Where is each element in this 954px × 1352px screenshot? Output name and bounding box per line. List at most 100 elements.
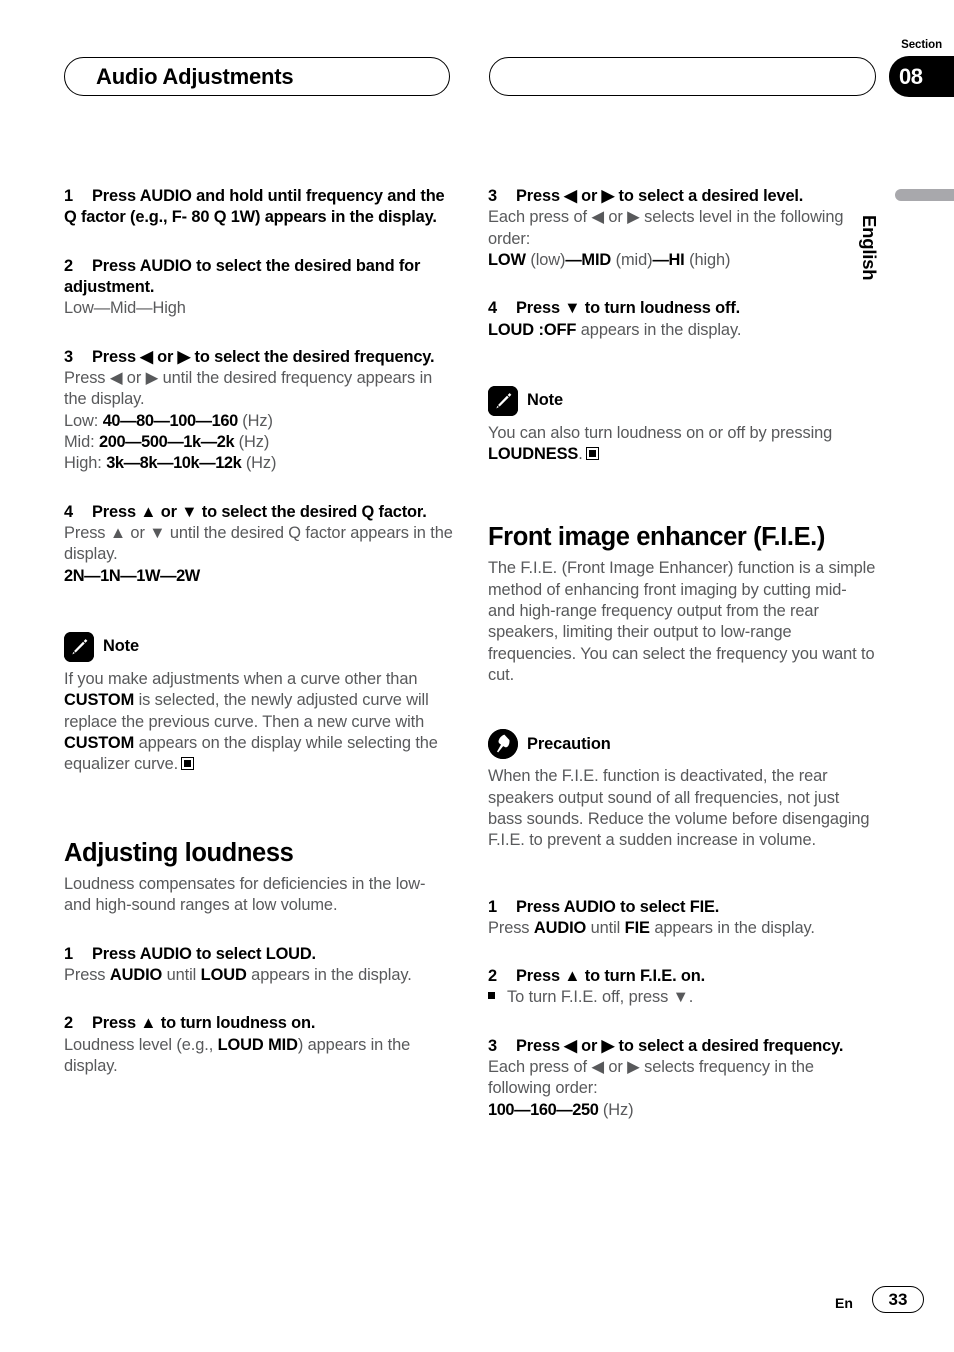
loudness-step-1: 1 Press AUDIO to select LOUD.	[64, 944, 453, 965]
fie-heading-wrap: Front image enhancer (F.I.E.)	[488, 522, 877, 553]
manual-page: Audio Adjustments Section 08 English 1 Pr…	[0, 0, 954, 1352]
loudness-step-2-number: 2	[64, 1014, 73, 1033]
left-step-3: 3 Press ◀ or ▶ to select the desired freq…	[64, 347, 453, 368]
left-step-1-head: Press AUDIO and hold until frequency and…	[64, 187, 445, 227]
pencil-icon	[488, 385, 518, 416]
loudness-step-2-body: Loudness level (e.g., LOUD MID) appears …	[64, 1035, 453, 1078]
page-number: 33	[888, 1289, 908, 1309]
low-label: Low:	[64, 411, 103, 430]
right-note-bold-loudness: LOUDNESS	[488, 445, 579, 464]
fie-step-2: 2 Press ▲ to turn F.I.E. on.	[488, 966, 877, 987]
right-step-4-body: LOUD :OFF appears in the display.	[488, 320, 877, 341]
left-note-header: Note	[64, 631, 453, 662]
precaution-callout: Precaution When the F.I.E. function is d…	[488, 729, 877, 851]
level-dash-1: —	[565, 250, 582, 269]
loudness-heading: Adjusting loudness	[64, 838, 294, 867]
right-step-3: 3 Press ◀ or ▶ to select a desired level.	[488, 186, 877, 207]
fie-step-3: 3 Press ◀ or ▶ to select a desired freque…	[488, 1036, 877, 1057]
loud-off-text: appears in the display.	[576, 320, 742, 339]
end-of-section-marker	[585, 447, 599, 461]
right-note-text-a: You can also turn loudness on or off by …	[488, 423, 833, 442]
right-note-title: Note	[527, 391, 564, 410]
high-unit: (Hz)	[241, 454, 277, 473]
left-step-2-number: 2	[64, 256, 73, 275]
right-step-3-body: Each press of ◀ or ▶ selects level in th…	[488, 208, 844, 248]
level-dash-2: —	[652, 250, 669, 269]
right-note-text: You can also turn loudness on or off by …	[488, 423, 877, 466]
fie-step-3-head: Press ◀ or ▶ to select a desired frequen…	[516, 1036, 844, 1055]
pushpin-icon	[488, 729, 518, 760]
fie-step-1-body: Press AUDIO until FIE appears in the dis…	[488, 918, 877, 939]
left-step-3-high: High: 3k—8k—10k—12k (Hz)	[64, 453, 453, 474]
fie-step-1-number: 1	[488, 897, 497, 916]
precaution-text: When the F.I.E. function is deactivated,…	[488, 767, 870, 850]
precaution-title: Precaution	[527, 734, 611, 753]
level-mid-bold: MID	[581, 250, 612, 269]
loudness-step-1-number: 1	[64, 944, 73, 963]
loudness-step-1-head: Press AUDIO to select LOUD.	[92, 944, 316, 963]
left-step-2-body: Low—Mid—High	[64, 299, 186, 318]
low-values: 40—80—100—160	[102, 411, 239, 430]
loudness-s2-bold-loudmid: LOUD MID	[217, 1035, 298, 1054]
precaution-header: Precaution	[488, 729, 877, 760]
left-step-3-body: Press ◀ or ▶ until the desired frequency…	[64, 368, 433, 409]
fie-s1-text-c: appears in the display.	[649, 918, 815, 937]
right-step-4: 4 Press ▼ to turn loudness off.	[488, 298, 877, 319]
left-note-callout: Note If you make adjustments when a curv…	[64, 631, 453, 776]
left-step-4-number: 4	[64, 502, 73, 521]
loudness-s1-text-c: appears in the display.	[246, 966, 412, 985]
level-hi-paren: (high)	[684, 250, 731, 269]
left-step-4: 4 Press ▲ or ▼ to select the desired Q fa…	[64, 502, 453, 523]
mid-unit: (Hz)	[234, 432, 270, 451]
fie-step-3-body: Each press of ◀ or ▶ selects frequency i…	[488, 1058, 814, 1098]
mid-label: Mid:	[64, 432, 100, 451]
mid-values: 200—500—1k—2k	[99, 432, 235, 451]
left-note-bold-custom-1: CUSTOM	[64, 691, 135, 710]
fie-s1-bold-fie: FIE	[624, 918, 650, 937]
loudness-heading-wrap: Adjusting loudness	[64, 838, 453, 869]
fie-intro: The F.I.E. (Front Image Enhancer) functi…	[488, 559, 876, 684]
fie-step-2-bullet-item: To turn F.I.E. off, press ▼.	[488, 987, 877, 1008]
section-label: Section	[901, 39, 942, 51]
loudness-intro: Loudness compensates for deficiencies in…	[64, 875, 426, 915]
language-tab-bar	[895, 189, 954, 201]
left-step-4-body: Press ▲ or ▼ until the desired Q factor …	[64, 523, 453, 564]
footer-page-pill: 33	[872, 1286, 924, 1313]
level-low-bold: LOW	[488, 250, 526, 269]
left-step-1: 1 Press AUDIO and hold until frequency an…	[64, 186, 453, 229]
left-step-2-head: Press AUDIO to select the desired band f…	[64, 256, 421, 296]
section-number: 08	[899, 63, 923, 89]
fie-step-2-head: Press ▲ to turn F.I.E. on.	[516, 967, 706, 986]
left-note-text-a: If you make adjustments when a curve oth…	[64, 669, 418, 688]
fie-s1-text-a: Press	[488, 918, 534, 937]
left-step-1-number: 1	[64, 187, 73, 205]
right-step-3-order: LOW (low)—MID (mid)—HI (high)	[488, 250, 877, 271]
loudness-s2-text-a: Loudness level (e.g.,	[64, 1035, 218, 1054]
fie-step-3-values: 100—160—250 (Hz)	[488, 1100, 877, 1121]
loudness-s1-bold-audio: AUDIO	[109, 966, 163, 985]
left-column: 1 Press AUDIO and hold until frequency an…	[64, 186, 453, 1077]
fie-step-3-number: 3	[488, 1036, 497, 1055]
right-note-header: Note	[488, 385, 877, 416]
pencil-icon	[64, 631, 94, 662]
loudness-s1-text-b: until	[162, 966, 201, 985]
loudness-step-2: 2 Press ▲ to turn loudness on.	[64, 1013, 453, 1034]
loud-off-bold: LOUD :OFF	[488, 320, 577, 339]
section-tab: 08	[889, 56, 954, 97]
right-step-3-number: 3	[488, 187, 497, 205]
fie-freq-unit: (Hz)	[598, 1100, 634, 1119]
fie-step-1: 1 Press AUDIO to select FIE.	[488, 897, 877, 918]
fie-freq-values: 100—160—250	[488, 1100, 599, 1119]
fie-heading: Front image enhancer (F.I.E.)	[488, 522, 825, 551]
page-title-pill: Audio Adjustments	[64, 57, 450, 96]
loudness-s1-text-a: Press	[64, 966, 110, 985]
loudness-step-2-head: Press ▲ to turn loudness on.	[92, 1014, 316, 1033]
right-step-4-number: 4	[488, 299, 497, 318]
right-note-text-b: .	[578, 445, 583, 464]
end-of-section-marker	[181, 757, 195, 771]
left-step-4-head: Press ▲ or ▼ to select the desired Q fac…	[92, 502, 427, 521]
right-column: 3 Press ◀ or ▶ to select a desired level.…	[488, 186, 877, 1121]
square-bullet-icon	[488, 992, 495, 1000]
high-values: 3k—8k—10k—12k	[106, 454, 242, 473]
right-step-3-head: Press ◀ or ▶ to select a desired level.	[516, 187, 804, 205]
